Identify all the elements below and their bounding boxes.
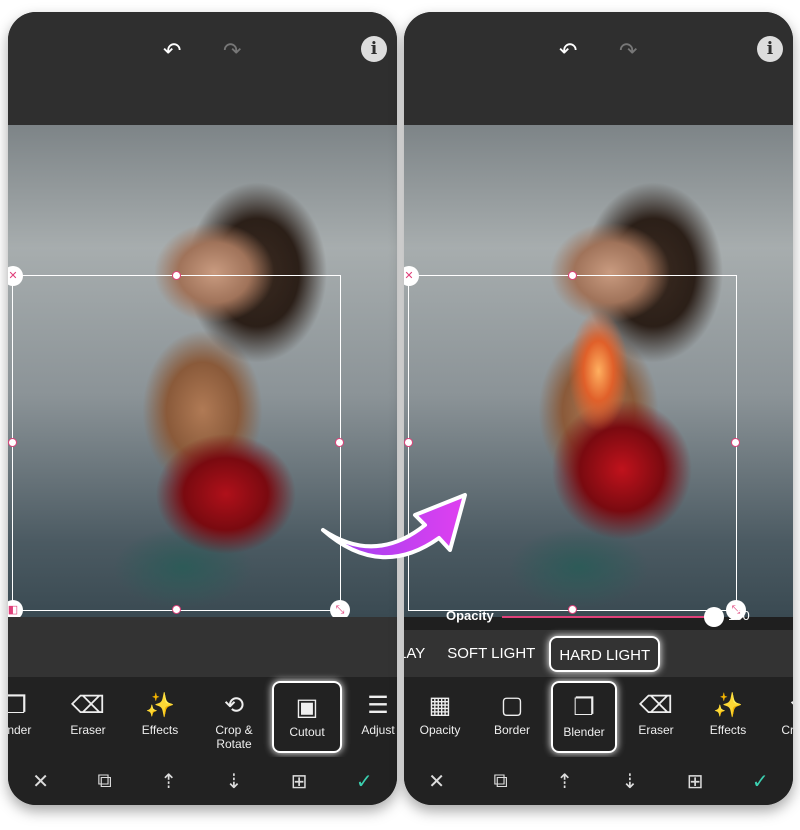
redo-icon[interactable]: ↷ — [223, 38, 241, 64]
add-icon[interactable]: ⊞ — [291, 769, 308, 794]
tool-crop-rotate[interactable]: ⟲ Crop & Rotate — [196, 677, 272, 757]
bottom-bar: ✕ ⧉ ⇡ ⇣ ⊞ ✓ — [8, 757, 397, 805]
slider-thumb[interactable] — [704, 607, 724, 627]
crop-rotate-icon: ⟲ — [764, 691, 793, 723]
opacity-value: 100 — [728, 608, 750, 623]
phone-after: ↶ ↷ i ✕ ⤡ Opacity 100 LAY SOFT LIGHT HAR… — [404, 12, 793, 805]
tool-eraser[interactable]: ⌫ Eraser — [52, 677, 124, 757]
tool-bar: ▦ Opacity ▢ Border ❐ Blender ⌫ Eraser ✨ Effec… — [404, 677, 793, 757]
transition-arrow-icon — [321, 493, 467, 560]
tool-opacity[interactable]: ▦ Opacity — [404, 677, 476, 757]
border-icon: ▢ — [500, 692, 524, 719]
tool-border[interactable]: ▢ Border — [476, 677, 548, 757]
resize-handle[interactable] — [8, 438, 17, 447]
layer-down-icon[interactable]: ⇣ — [621, 769, 638, 794]
tool-effects[interactable]: ✨ Effects — [124, 677, 196, 757]
duplicate-icon[interactable]: ⧉ — [493, 770, 507, 793]
layer-up-icon[interactable]: ⇡ — [160, 769, 177, 794]
resize-handle[interactable] — [171, 271, 181, 280]
selection-box[interactable]: ✕ ◧ ⤡ — [8, 266, 350, 620]
tool-crop-rotate[interactable]: ⟲Crop & — [764, 677, 793, 757]
opacity-slider-row: Opacity 100 — [404, 604, 793, 630]
info-icon[interactable]: i — [361, 36, 387, 62]
tool-eraser[interactable]: ⌫ Eraser — [620, 677, 692, 757]
redo-icon[interactable]: ↷ — [619, 38, 637, 64]
check-icon[interactable]: ✓ — [752, 769, 769, 794]
blend-mode-hard-light[interactable]: HARD LIGHT — [549, 635, 661, 672]
phone-before: ↶ ↷ i ✕ ◧ ⤡ ❐ender ⌫Eraser ✨Effects ⟲Cro… — [8, 12, 397, 805]
tool-cutout[interactable]: ▣ Cutout — [272, 681, 342, 753]
undo-icon[interactable]: ↶ — [559, 38, 577, 64]
blender-icon: ❐ — [573, 694, 595, 721]
options-panel — [8, 617, 397, 677]
sliders-icon: ☰ — [367, 692, 389, 719]
cutout-icon: ▣ — [295, 694, 319, 721]
duplicate-icon[interactable]: ⧉ — [97, 770, 111, 793]
add-icon[interactable]: ⊞ — [687, 769, 704, 794]
blend-panel: LAY SOFT LIGHT HARD LIGHT — [404, 630, 793, 677]
layer-down-icon[interactable]: ⇣ — [225, 769, 242, 794]
close-icon[interactable]: ✕ — [32, 769, 49, 794]
checker-icon: ▦ — [428, 692, 452, 719]
opacity-slider[interactable] — [502, 616, 714, 618]
tool-effects[interactable]: ✨ Effects — [692, 677, 764, 757]
crop-rotate-icon: ⟲ — [223, 692, 245, 719]
layer-up-icon[interactable]: ⇡ — [556, 769, 573, 794]
magic-wand-icon: ✨ — [713, 692, 743, 719]
tool-blender[interactable]: ❐ Blender — [551, 681, 617, 753]
tool-blender[interactable]: ❐ender — [8, 677, 52, 757]
check-icon[interactable]: ✓ — [356, 769, 373, 794]
delete-handle-icon[interactable]: ✕ — [404, 266, 419, 286]
resize-handle[interactable] — [335, 438, 344, 447]
resize-handle[interactable] — [567, 271, 577, 280]
resize-handle[interactable] — [731, 438, 740, 447]
magic-wand-icon: ✨ — [145, 692, 175, 719]
bottom-bar: ✕ ⧉ ⇡ ⇣ ⊞ ✓ — [404, 757, 793, 805]
undo-icon[interactable]: ↶ — [163, 38, 181, 64]
resize-handle[interactable] — [404, 438, 413, 447]
delete-handle-icon[interactable]: ✕ — [8, 266, 23, 286]
tool-bar: ❐ender ⌫Eraser ✨Effects ⟲Crop & Rotate ▣… — [8, 677, 397, 757]
info-icon[interactable]: i — [757, 36, 783, 62]
header: ↶ ↷ i — [404, 12, 793, 125]
close-icon[interactable]: ✕ — [428, 769, 445, 794]
opacity-label: Opacity — [446, 608, 494, 623]
header: ↶ ↷ i — [8, 12, 397, 125]
eraser-icon: ⌫ — [639, 692, 673, 719]
blend-mode-overlay[interactable]: LAY — [404, 645, 447, 662]
blender-icon: ❐ — [8, 692, 27, 719]
tool-adjust[interactable]: ☰ Adjust — [342, 677, 397, 757]
blend-mode-soft-light[interactable]: SOFT LIGHT — [447, 645, 549, 662]
resize-handle[interactable] — [171, 605, 181, 614]
eraser-icon: ⌫ — [71, 692, 105, 719]
